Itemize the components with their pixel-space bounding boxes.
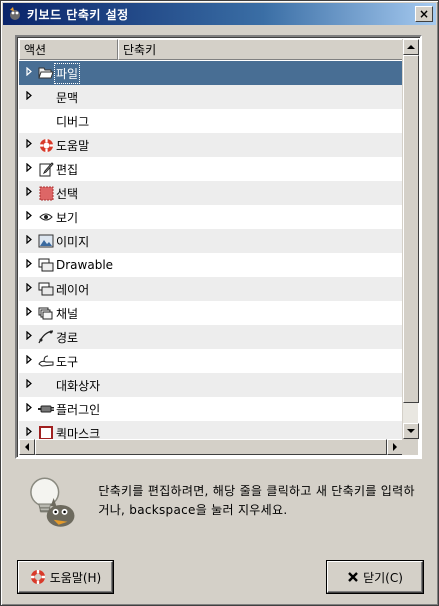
horizontal-scrollbar[interactable] bbox=[19, 439, 403, 455]
layers-icon bbox=[38, 281, 54, 297]
expander-arrow-icon[interactable] bbox=[22, 282, 36, 295]
action-row-label: 대화상자 bbox=[56, 378, 101, 393]
action-row-label: 문맥 bbox=[56, 90, 79, 105]
expander-arrow-icon[interactable] bbox=[22, 138, 36, 151]
action-row[interactable]: 레이어 bbox=[19, 277, 405, 301]
expander-arrow-icon[interactable] bbox=[22, 66, 36, 79]
arrow-down-icon bbox=[407, 429, 415, 433]
action-row-label: 편집 bbox=[56, 162, 79, 177]
scrollbar-corner bbox=[402, 439, 418, 455]
action-row-label: Drawable bbox=[56, 258, 114, 272]
action-row-label: 디버그 bbox=[56, 114, 90, 129]
action-row[interactable]: 편집 bbox=[19, 157, 405, 181]
close-window-button[interactable]: × bbox=[415, 6, 433, 22]
expander-arrow-icon[interactable] bbox=[22, 426, 36, 439]
scroll-right-button[interactable] bbox=[387, 439, 403, 455]
close-button[interactable]: 닫기(C) bbox=[327, 561, 423, 593]
wilber-lightbulb-icon bbox=[30, 477, 75, 527]
horizontal-scroll-thumb[interactable] bbox=[35, 439, 387, 455]
action-row-label: 선택 bbox=[56, 186, 79, 201]
expander-arrow-icon[interactable] bbox=[22, 186, 36, 199]
action-row-label: 레이어 bbox=[56, 282, 90, 297]
action-row-label: 도구 bbox=[56, 354, 79, 369]
expander-arrow-icon[interactable] bbox=[22, 354, 36, 367]
tool-icon bbox=[38, 353, 54, 369]
action-row-label: 도움말 bbox=[56, 138, 90, 153]
action-row[interactable]: 대화상자 bbox=[19, 373, 405, 397]
action-row[interactable]: 디버그 bbox=[19, 109, 405, 133]
close-button-label: 닫기(C) bbox=[363, 570, 403, 585]
help-button[interactable]: 도움말(H) bbox=[18, 561, 113, 593]
action-row[interactable]: 경로 bbox=[19, 325, 405, 349]
expander-arrow-icon[interactable] bbox=[22, 402, 36, 415]
close-icon: × bbox=[418, 7, 430, 21]
edit-paper-icon bbox=[38, 161, 54, 177]
action-row[interactable]: 파일 bbox=[19, 61, 405, 85]
path-icon bbox=[38, 329, 54, 345]
action-row-label: 이미지 bbox=[56, 234, 90, 249]
action-row[interactable]: Drawable bbox=[19, 253, 405, 277]
channels-icon bbox=[38, 305, 54, 321]
action-row[interactable]: 보기 bbox=[19, 205, 405, 229]
vertical-scroll-thumb[interactable] bbox=[403, 55, 419, 403]
expander-arrow-icon[interactable] bbox=[22, 234, 36, 247]
action-row[interactable]: 선택 bbox=[19, 181, 405, 205]
action-row[interactable]: 이미지 bbox=[19, 229, 405, 253]
action-row[interactable]: 채널 bbox=[19, 301, 405, 325]
gimp-app-icon bbox=[10, 7, 20, 20]
action-row-label: 경로 bbox=[56, 330, 79, 345]
window-title: 키보드 단축키 설정 bbox=[27, 7, 129, 22]
folder-open-icon bbox=[38, 65, 54, 81]
action-row-label: 채널 bbox=[56, 306, 79, 321]
lifebuoy-icon bbox=[30, 569, 46, 585]
expander-arrow-icon[interactable] bbox=[22, 162, 36, 175]
action-row[interactable]: 문맥 bbox=[19, 85, 405, 109]
action-row[interactable]: 도구 bbox=[19, 349, 405, 373]
eye-icon bbox=[38, 209, 54, 225]
hint-text: 단축키를 편집하려면, 해당 줄을 클릭하고 새 단축키를 입력하거나, bac… bbox=[98, 484, 415, 517]
vertical-scrollbar[interactable] bbox=[402, 39, 419, 439]
expander-arrow-icon[interactable] bbox=[22, 306, 36, 319]
expander-arrow-icon[interactable] bbox=[22, 378, 36, 391]
scroll-up-button[interactable] bbox=[403, 39, 419, 55]
shortcut-dialog: 키보드 단축키 설정 × 액션 단축키 파일문맥디버그도움말편집선택보기이미지 D… bbox=[0, 0, 439, 606]
quickmask-icon bbox=[38, 425, 54, 439]
action-row[interactable]: 도움말 bbox=[19, 133, 405, 157]
column-header-shortcut[interactable]: 단축키 bbox=[118, 39, 403, 60]
arrow-left-icon bbox=[25, 443, 29, 451]
hint-area: 단축키를 편집하려면, 해당 줄을 클릭하고 새 단축키를 입력하거나, bac… bbox=[15, 471, 425, 531]
expander-arrow-icon[interactable] bbox=[22, 258, 36, 271]
help-button-label: 도움말(H) bbox=[49, 570, 102, 585]
action-row[interactable]: 플러그인 bbox=[19, 397, 405, 421]
arrow-right-icon bbox=[393, 443, 397, 451]
column-headers: 액션 단축키 bbox=[19, 39, 403, 60]
scroll-down-button[interactable] bbox=[403, 423, 419, 439]
column-header-action[interactable]: 액션 bbox=[19, 39, 118, 60]
drawable-icon bbox=[38, 257, 54, 273]
action-row-label: 보기 bbox=[56, 210, 79, 225]
action-row-label: 파일 bbox=[53, 62, 81, 84]
action-row-label: 플러그인 bbox=[56, 402, 101, 417]
action-row-label: 퀵마스크 bbox=[56, 426, 101, 440]
expander-arrow-icon[interactable] bbox=[22, 210, 36, 223]
expander-arrow-icon[interactable] bbox=[22, 330, 36, 343]
title-bar[interactable]: 키보드 단축키 설정 × bbox=[3, 3, 436, 25]
arrow-up-icon bbox=[407, 45, 415, 49]
lifebuoy-icon bbox=[38, 137, 54, 153]
image-icon bbox=[38, 233, 54, 249]
close-x-icon bbox=[347, 571, 359, 583]
selection-icon bbox=[38, 185, 54, 201]
action-row[interactable]: 퀵마스크 bbox=[19, 421, 405, 439]
plugin-icon bbox=[38, 401, 54, 417]
action-tree: 액션 단축키 파일문맥디버그도움말편집선택보기이미지 Drawable 레이어채널경… bbox=[15, 35, 422, 459]
scroll-left-button[interactable] bbox=[19, 439, 35, 455]
expander-arrow-icon[interactable] bbox=[22, 90, 36, 103]
action-list: 파일문맥디버그도움말편집선택보기이미지 Drawable 레이어채널경로도구대화상자… bbox=[19, 61, 405, 439]
